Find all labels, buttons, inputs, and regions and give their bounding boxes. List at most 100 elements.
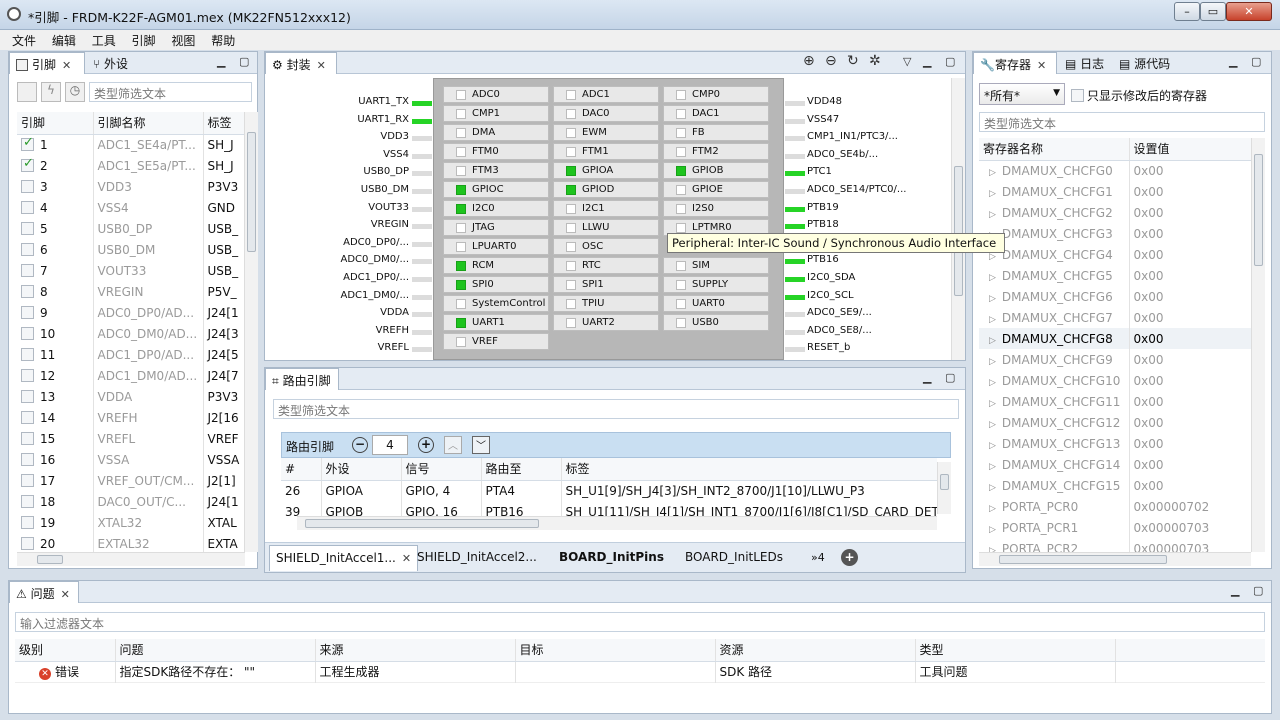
right-pin-stub[interactable] [785, 118, 805, 124]
expand-icon[interactable]: ▷ [989, 399, 996, 409]
table-row[interactable]: 10 ADC0_DM0/AD... J24[3 [17, 323, 245, 344]
pin-checkbox[interactable] [21, 179, 34, 193]
col-index[interactable]: # [281, 458, 322, 481]
peripheral-box[interactable]: GPIOB [663, 162, 769, 179]
left-pin-label[interactable]: USB0_DM [299, 184, 409, 195]
peripheral-box[interactable]: DAC1 [663, 105, 769, 122]
col-register-name[interactable]: 寄存器名称 [979, 138, 1130, 161]
peripheral-box[interactable]: LPUART0 [443, 238, 549, 255]
col-value[interactable]: 设置值 [1129, 138, 1251, 161]
expand-icon[interactable]: ▷ [989, 483, 996, 493]
table-row[interactable]: ▷ DMAMUX_CHCFG10 0x00 [979, 370, 1251, 391]
scroll-thumb[interactable] [305, 519, 539, 528]
table-row[interactable]: 26 GPIOA GPIO, 4 PTA4 SH_U1[9]/SH_J4[3]/SH_I… [281, 480, 937, 501]
col-route-to[interactable]: 路由至 [481, 458, 562, 481]
scroll-thumb[interactable] [1254, 154, 1263, 266]
table-row[interactable]: 7 VOUT33 USB_ [17, 260, 245, 281]
table-row[interactable]: 19 XTAL32 XTAL [17, 512, 245, 533]
pin-checkbox[interactable] [21, 473, 34, 487]
left-pin-stub[interactable] [412, 277, 432, 282]
tab-shield-initaccel1[interactable]: SHIELD_InitAccel1... ✕ [269, 545, 419, 571]
peripheral-box[interactable]: RCM [443, 257, 549, 274]
peripheral-box[interactable]: GPIOD [553, 181, 659, 198]
expand-icon[interactable]: ▷ [989, 189, 996, 199]
minimize-icon[interactable]: ▁ [923, 371, 931, 384]
scroll-thumb[interactable] [37, 555, 63, 564]
scroll-thumb[interactable] [954, 166, 963, 296]
table-row[interactable]: ▷ DMAMUX_CHCFG15 0x00 [979, 475, 1251, 496]
table-row[interactable]: 17 VREF_OUT/CM... J2[1] [17, 470, 245, 491]
menu-edit[interactable]: 编辑 [46, 30, 82, 51]
peripheral-box[interactable]: FB [663, 124, 769, 141]
col-pin[interactable]: 引脚 [17, 112, 94, 135]
table-row[interactable]: 4 VSS4 GND [17, 197, 245, 218]
left-pin-label[interactable]: USB0_DP [299, 166, 409, 177]
right-pin-stub[interactable] [785, 101, 805, 106]
move-up-icon[interactable]: ︿ [444, 436, 462, 454]
table-row[interactable]: ▷ DMAMUX_CHCFG14 0x00 [979, 454, 1251, 475]
left-pin-stub[interactable] [412, 118, 432, 124]
minimize-icon[interactable]: ▁ [1231, 584, 1239, 597]
expand-icon[interactable]: ▷ [989, 168, 996, 178]
table-row[interactable]: ▷DMAMUX_CHCFG30x00 [979, 223, 1251, 244]
peripheral-box[interactable]: SystemControl [443, 295, 549, 312]
tab-source[interactable]: ▤ 源代码 [1113, 52, 1176, 74]
maximize-icon[interactable]: ▢ [945, 371, 955, 384]
pin-checkbox[interactable] [21, 431, 34, 445]
right-pin-stub[interactable] [785, 312, 805, 318]
routed-vscroll[interactable] [937, 462, 951, 514]
peripheral-box[interactable]: EWM [553, 124, 659, 141]
right-pin-stub[interactable] [785, 259, 805, 265]
table-row[interactable]: ▷ DMAMUX_CHCFG9 0x00 [979, 349, 1251, 370]
table-row[interactable]: ▷ DMAMUX_CHCFG6 0x00 [979, 286, 1251, 307]
expand-icon[interactable]: ▷ [989, 294, 996, 304]
checkbox-box[interactable] [1071, 89, 1084, 102]
table-row[interactable]: 9 ADC0_DP0/AD... J24[1 [17, 302, 245, 323]
routed-hscroll[interactable] [297, 516, 937, 530]
left-pin-stub[interactable] [412, 224, 432, 230]
menu-file[interactable]: 文件 [6, 30, 42, 51]
peripheral-box[interactable]: GPIOC [443, 181, 549, 198]
right-pin-stub[interactable] [785, 171, 805, 177]
col-problem[interactable]: 问题 [115, 639, 316, 662]
left-pin-stub[interactable] [412, 136, 432, 142]
left-pin-stub[interactable] [412, 101, 432, 106]
scroll-thumb[interactable] [247, 132, 256, 252]
tab-shield-initaccel2[interactable]: SHIELD_InitAccel2... [411, 545, 543, 571]
pin-checkbox[interactable] [21, 326, 34, 340]
pin-checkbox[interactable] [21, 389, 34, 403]
peripheral-box[interactable]: I2S0 [663, 200, 769, 217]
pin-checkbox[interactable] [21, 305, 34, 319]
right-pin-label[interactable]: I2C0_SDA [807, 272, 855, 283]
peripheral-box[interactable]: ADC1 [553, 86, 659, 103]
right-pin-stub[interactable] [785, 189, 805, 194]
close-icon[interactable]: ✕ [62, 59, 71, 72]
close-icon[interactable]: ✕ [1037, 59, 1046, 72]
left-pin-label[interactable]: VREFL [299, 342, 409, 353]
peripheral-box[interactable]: RTC [553, 257, 659, 274]
col-target[interactable]: 目标 [515, 639, 716, 662]
menu-pins[interactable]: 引脚 [126, 30, 162, 51]
maximize-icon[interactable]: ▢ [1253, 584, 1263, 597]
register-scope-dropdown[interactable]: *所有* ▼ [979, 83, 1065, 105]
minimize-icon[interactable]: ▁ [217, 55, 225, 68]
right-pin-label[interactable]: RESET_b [807, 342, 850, 353]
table-row[interactable]: ▷ PORTA_PCR1 0x00000703 [979, 517, 1251, 538]
table-row[interactable]: 1 ADC1_SE4a/PT...SH_J [17, 134, 245, 155]
right-pin-label[interactable]: I2C0_SCL [807, 290, 854, 301]
peripheral-box[interactable]: SIM [663, 257, 769, 274]
registers-hscroll[interactable] [979, 552, 1251, 566]
pin-checkbox[interactable] [21, 200, 34, 214]
pin-checkbox[interactable] [21, 452, 34, 466]
add-row-icon[interactable]: + [418, 437, 434, 453]
right-pin-stub[interactable] [785, 206, 805, 212]
expand-icon[interactable]: ▷ [989, 420, 996, 430]
table-row[interactable]: 20 EXTAL32 EXTA [17, 533, 245, 552]
left-pin-label[interactable]: VSS4 [299, 149, 409, 160]
tab-board-initpins[interactable]: BOARD_InitPins [553, 545, 670, 571]
expand-icon[interactable]: ▷ [989, 504, 996, 514]
registers-vscroll[interactable] [1251, 138, 1265, 552]
pins-hscroll[interactable] [17, 552, 245, 566]
left-pin-label[interactable]: ADC0_DP0/... [299, 237, 409, 248]
peripheral-box[interactable]: GPIOE [663, 181, 769, 198]
